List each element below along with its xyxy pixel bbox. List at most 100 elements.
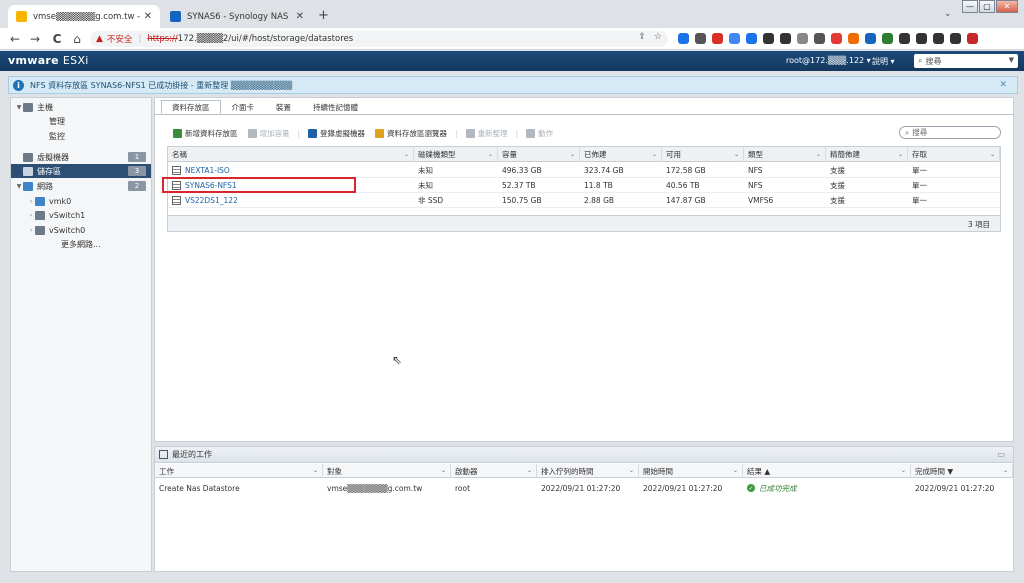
sidebar-item[interactable]: 監控 [11,129,151,143]
sidebar-item[interactable]: › vSwitch0 [11,223,151,237]
sidebar-item[interactable]: ▼ 主機 [11,100,151,114]
column-header[interactable]: 排入佇列的時間 ⌄ [537,464,639,478]
extension-icon[interactable] [933,33,944,44]
chevron-down-icon[interactable]: ⌄ [898,151,903,158]
tab-3[interactable]: 持續性記憶體 [302,100,369,114]
sidebar-item[interactable]: › vSwitch1 [11,208,151,222]
column-header[interactable]: 精簡佈建 ⌄ [826,147,908,162]
extension-icon[interactable] [797,33,808,44]
share-icon[interactable]: ⇪ [638,32,646,42]
column-header[interactable]: 開始時間 ⌄ [639,464,743,478]
extension-icon[interactable] [831,33,842,44]
new-tab-button[interactable]: + [318,8,329,23]
table-row[interactable]: VS22DS1_122 非 SSD 150.75 GB 2.88 GB 147.87 G… [168,193,1000,208]
extension-icon[interactable] [678,33,689,44]
url-bar[interactable]: ▲ 不安全 | https:// 172.▒▒▒▒2/ui/#/host/sto… [90,31,668,47]
tab-0[interactable]: 資料存放區 [161,100,221,114]
chevron-down-icon[interactable]: ⌄ [990,151,995,158]
sidebar-item[interactable]: 虛擬機器 1 [11,150,151,164]
chevron-down-icon[interactable]: ⌄ [570,151,575,158]
tab-1[interactable]: 介面卡 [221,100,266,114]
datastore-name-link[interactable]: NEXTA1-ISO [168,163,414,178]
datastore-search-input[interactable]: ⌕ 搜尋 [899,126,1001,139]
column-header[interactable]: 可用 ⌄ [662,147,744,162]
chevron-down-icon[interactable]: ⌄ [629,467,634,474]
chevron-down-icon[interactable]: ⌄ [313,467,318,474]
tab-search-button[interactable]: ⌄ [944,9,952,19]
help-menu[interactable]: 說明 ▾ [872,56,895,67]
column-header[interactable]: 結果 ▲ ⌄ [743,464,911,478]
column-header[interactable]: 工作 ⌄ [155,464,323,478]
extension-icon[interactable] [746,33,757,44]
user-menu[interactable]: root@172.▒▒▒.122 ▾ [786,56,871,65]
sidebar-item[interactable]: › vmk0 [11,194,151,208]
column-header[interactable]: 已佈建 ⌄ [580,147,662,162]
extension-icon[interactable] [865,33,876,44]
column-header[interactable]: 存取 ⌄ [908,147,1000,162]
extension-icon[interactable] [712,33,723,44]
extension-icon[interactable] [780,33,791,44]
close-tab-icon[interactable]: ✕ [296,11,304,22]
forward-button[interactable]: → [28,32,42,46]
insecure-label[interactable]: 不安全 [107,33,133,45]
column-header[interactable]: 名稱 ⌄ [168,147,414,162]
chevron-down-icon[interactable]: ⌄ [652,151,657,158]
column-header[interactable]: 啟動器 ⌄ [451,464,537,478]
sidebar-item[interactable]: 管理 [11,114,151,128]
chevron-down-icon[interactable]: ⌄ [488,151,493,158]
column-header[interactable]: 磁碟機類型 ⌄ [414,147,498,162]
minimize-button[interactable]: — [962,0,978,13]
chevron-down-icon[interactable]: ⌄ [816,151,821,158]
chevron-down-icon[interactable]: ⌄ [733,467,738,474]
extension-icon[interactable] [899,33,910,44]
table-row[interactable]: NEXTA1-ISO 未知 496.33 GB 323.74 GB 172.58 GB N… [168,163,1000,178]
chevron-down-icon[interactable]: ⌄ [441,467,446,474]
toolbar-button[interactable]: 新增資料存放區 [169,127,242,139]
column-header[interactable]: 容量 ⌄ [498,147,580,162]
chevron-down-icon[interactable]: ⌄ [527,467,532,474]
chevron-down-icon[interactable]: ⌄ [1003,467,1008,474]
datastore-name-link[interactable]: VS22DS1_122 [168,193,414,208]
extension-icon[interactable] [882,33,893,44]
maximize-button[interactable]: ▢ [979,0,995,13]
sidebar-item[interactable]: 更多網路... [11,237,151,251]
toolbar-button[interactable]: 資料存放區瀏覽器 [371,127,451,139]
browser-tab-esxi[interactable]: vmse▒▒▒▒▒▒g.com.tw - VMw ✕ [8,5,160,28]
extension-icon[interactable] [695,33,706,44]
chevron-down-icon[interactable]: ⌄ [734,151,739,158]
extension-icon[interactable] [950,33,961,44]
sidebar-item[interactable]: ▼ 網路 2 [11,179,151,193]
extension-icon[interactable] [729,33,740,44]
toolbar-button[interactable]: 動作 [522,127,557,139]
expand-toggle-icon[interactable]: ▼ [15,183,23,190]
column-header[interactable]: 對象 ⌄ [323,464,451,478]
browser-tab-synology[interactable]: SYNAS6 - Synology NAS ✕ [162,5,312,28]
extension-icon[interactable] [814,33,825,44]
extension-icon[interactable] [967,33,978,44]
close-tab-icon[interactable]: ✕ [144,11,152,22]
tab-2[interactable]: 裝置 [265,100,302,114]
expand-toggle-icon[interactable]: › [27,198,35,205]
back-button[interactable]: ← [8,32,22,46]
bookmark-star-icon[interactable]: ☆ [654,32,662,42]
chevron-down-icon[interactable]: ⌄ [901,467,906,474]
maximize-icon[interactable]: ▭ [997,450,1005,459]
close-icon[interactable]: ✕ [999,80,1007,90]
home-button[interactable]: ⌂ [70,32,84,46]
toolbar-button[interactable]: 登錄虛擬機器 [304,127,369,139]
sidebar-item[interactable]: 儲存區 3 [11,164,151,178]
close-window-button[interactable]: ✕ [996,0,1018,13]
expand-toggle-icon[interactable]: ▼ [15,104,23,111]
expand-toggle-icon[interactable]: › [27,212,35,219]
chevron-down-icon[interactable]: ⌄ [404,151,409,158]
expand-toggle-icon[interactable]: › [27,227,35,234]
extension-icon[interactable] [916,33,927,44]
extension-icon[interactable] [763,33,774,44]
toolbar-button[interactable]: 重新整理 [462,127,512,139]
reload-button[interactable]: C [50,32,64,46]
column-header[interactable]: 完成時間 ▼ ⌄ [911,464,1013,478]
header-search-input[interactable]: ⌕ 搜尋 ▼ [914,54,1018,68]
extension-icon[interactable] [848,33,859,44]
toolbar-button[interactable]: 增加容量 [244,127,294,139]
column-header[interactable]: 類型 ⌄ [744,147,826,162]
